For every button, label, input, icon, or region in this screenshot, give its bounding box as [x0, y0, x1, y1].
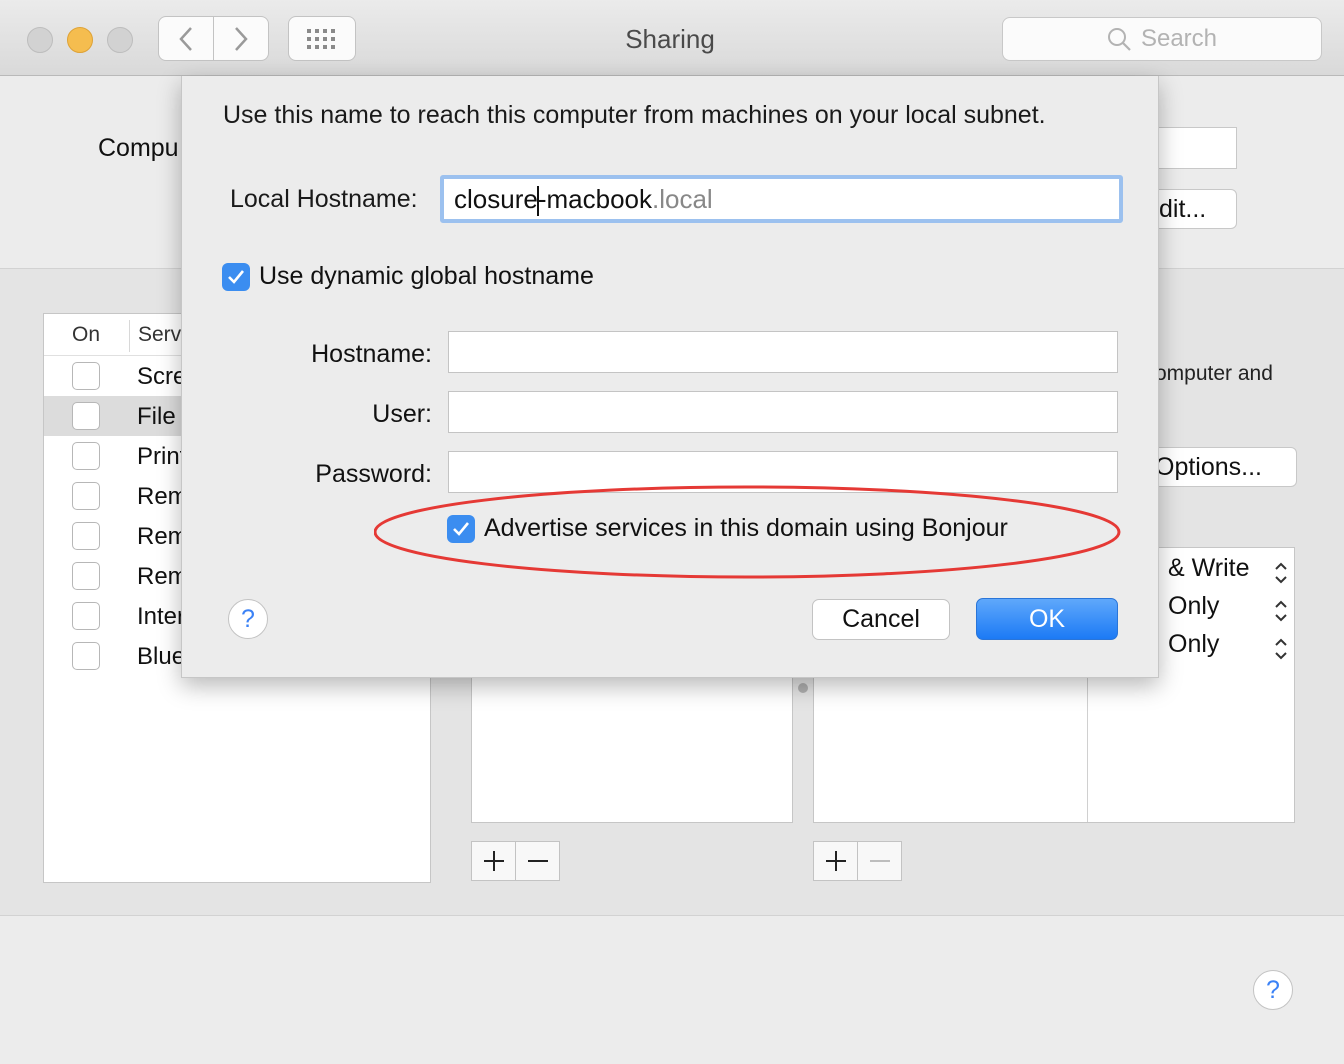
split-view-handle[interactable] — [798, 683, 808, 693]
show-all-button[interactable] — [288, 16, 356, 61]
remove-folder-button[interactable] — [515, 842, 559, 880]
updown-stepper-icon — [1275, 638, 1287, 660]
forward-button[interactable] — [213, 17, 268, 60]
add-user-button[interactable] — [814, 842, 857, 880]
service-description: omputer and — [1155, 362, 1273, 385]
back-arrow-icon — [179, 26, 192, 51]
service-checkbox[interactable] — [72, 402, 100, 430]
plus-icon — [825, 851, 846, 871]
permission-popup[interactable]: & Write — [1154, 554, 1287, 584]
minimize-window-button[interactable] — [67, 27, 93, 53]
ok-button[interactable]: OK — [976, 598, 1118, 640]
service-checkbox[interactable] — [72, 562, 100, 590]
cancel-button[interactable]: Cancel — [812, 599, 950, 640]
minus-icon — [869, 860, 890, 862]
help-button[interactable]: ? — [228, 599, 268, 639]
search-field[interactable]: Search — [1002, 17, 1322, 61]
user-label: User: — [372, 400, 432, 428]
service-name: File — [137, 403, 176, 430]
permission-label: & Write — [1168, 554, 1250, 582]
local-hostname-label: Local Hostname: — [230, 185, 418, 213]
text-caret — [536, 186, 539, 217]
service-checkbox[interactable] — [72, 442, 100, 470]
grid-icon — [307, 28, 335, 49]
column-header-service[interactable]: Serv — [138, 323, 181, 347]
users-add-remove — [813, 841, 902, 881]
permission-popup[interactable]: Only — [1154, 630, 1287, 660]
computer-name-label: Compu — [98, 134, 179, 162]
help-button[interactable]: ? — [1253, 970, 1293, 1010]
column-separator — [129, 320, 130, 352]
bonjour-label[interactable]: Advertise services in this domain using … — [484, 514, 1008, 543]
user-field[interactable] — [448, 391, 1118, 433]
dynamic-hostname-label[interactable]: Use dynamic global hostname — [259, 262, 594, 291]
permission-label: Only — [1168, 592, 1220, 620]
sheet-description: Use this name to reach this computer fro… — [223, 101, 1046, 129]
permission-popup[interactable]: Only — [1154, 592, 1287, 622]
updown-stepper-icon — [1275, 562, 1287, 584]
options-button[interactable]: Options... — [1140, 447, 1297, 487]
service-checkbox[interactable] — [72, 482, 100, 510]
hostname-field[interactable] — [448, 331, 1118, 373]
service-name: Print — [137, 443, 187, 470]
zoom-window-button[interactable] — [107, 27, 133, 53]
permission-label: Only — [1168, 630, 1220, 658]
add-folder-button[interactable] — [472, 842, 515, 880]
dynamic-hostname-checkbox[interactable] — [222, 263, 250, 291]
service-checkbox[interactable] — [72, 522, 100, 550]
search-icon — [1107, 28, 1131, 51]
divider — [0, 915, 1344, 916]
updown-stepper-icon — [1275, 600, 1287, 622]
service-name: Inter — [137, 603, 186, 630]
service-name: Blue — [137, 643, 186, 670]
hostname-sheet: Use this name to reach this computer fro… — [181, 76, 1159, 678]
search-placeholder: Search — [1140, 25, 1218, 52]
service-checkbox[interactable] — [72, 602, 100, 630]
service-name: Scre — [137, 363, 187, 390]
minus-icon — [527, 860, 548, 862]
checkmark-icon — [453, 522, 470, 536]
close-window-button[interactable] — [27, 27, 53, 53]
title-bar: Sharing Search — [0, 0, 1344, 76]
forward-arrow-icon — [235, 26, 248, 51]
back-button[interactable] — [159, 17, 213, 60]
local-hostname-suffix: .local — [651, 184, 713, 214]
window-title: Sharing — [625, 24, 715, 54]
hostname-label: Hostname: — [311, 340, 432, 368]
remove-user-button[interactable] — [857, 842, 901, 880]
service-checkbox[interactable] — [72, 362, 100, 390]
column-header-on[interactable]: On — [72, 323, 100, 347]
local-hostname-value: closure-macbook — [454, 184, 652, 217]
service-checkbox[interactable] — [72, 642, 100, 670]
folders-add-remove — [471, 841, 560, 881]
shared-folders-list[interactable] — [471, 660, 793, 823]
bonjour-checkbox[interactable] — [447, 515, 475, 543]
navigation-buttons — [158, 16, 269, 61]
plus-icon — [483, 851, 504, 871]
local-hostname-field[interactable]: closure-macbook.local — [440, 175, 1123, 223]
checkmark-icon — [228, 270, 245, 284]
